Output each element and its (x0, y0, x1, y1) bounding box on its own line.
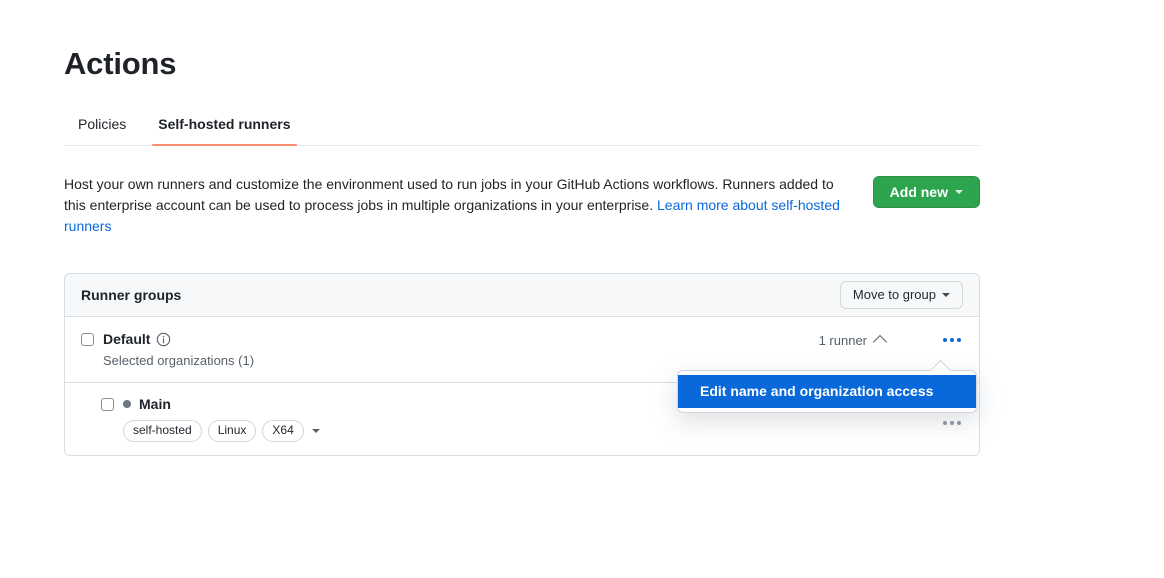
runner-count-toggle[interactable]: 1 runner (819, 333, 885, 348)
info-icon[interactable] (156, 332, 171, 347)
chevron-down-icon (942, 293, 950, 297)
runner-count-label: 1 runner (819, 333, 867, 348)
card-title: Runner groups (81, 287, 181, 303)
move-to-group-button[interactable]: Move to group (840, 281, 963, 309)
group-kebab-menu-button[interactable] (941, 334, 963, 346)
tab-list: Policies Self-hosted runners (64, 114, 980, 146)
runner-label-pill: self-hosted (123, 420, 202, 442)
group-context-menu: Edit name and organization access (677, 370, 977, 413)
runner-label-pill: Linux (208, 420, 257, 442)
move-to-group-label: Move to group (853, 287, 936, 302)
actions-settings-page: Actions Policies Self-hosted runners Hos… (0, 0, 1164, 578)
runner-kebab-menu-button[interactable] (941, 417, 963, 429)
runner-groups-card: Runner groups Move to group Default (64, 273, 980, 456)
runner-info: Main self-hosted Linux X64 (101, 395, 320, 442)
add-new-label: Add new (890, 184, 948, 200)
runner-labels: self-hosted Linux X64 (123, 420, 320, 442)
group-name: Default (103, 330, 150, 349)
page-content: Actions Policies Self-hosted runners Hos… (64, 0, 980, 456)
menu-item-edit-name-and-organization-access[interactable]: Edit name and organization access (678, 375, 976, 408)
description-row: Host your own runners and customize the … (64, 174, 980, 237)
group-subtitle: Selected organizations (1) (103, 352, 254, 370)
chevron-down-icon[interactable] (312, 429, 320, 433)
runner-name[interactable]: Main (139, 395, 171, 414)
runner-label-pill: X64 (262, 420, 303, 442)
runner-text-block: Main self-hosted Linux X64 (123, 395, 320, 442)
runner-select-checkbox[interactable] (101, 398, 114, 411)
runner-status-dot (123, 400, 131, 408)
chevron-down-icon (955, 190, 963, 194)
description-text: Host your own runners and customize the … (64, 174, 842, 237)
runner-group-actions: 1 runner (819, 330, 963, 348)
tab-policies[interactable]: Policies (64, 114, 142, 145)
tab-navigation: Policies Self-hosted runners (64, 114, 980, 146)
runner-group-info: Default Selected organizations (1) (81, 330, 254, 370)
group-title-line: Default (103, 330, 254, 349)
card-header: Runner groups Move to group (65, 274, 979, 317)
tab-self-hosted-runners[interactable]: Self-hosted runners (142, 114, 306, 145)
chevron-up-icon (873, 335, 887, 349)
runner-name-line: Main (123, 395, 320, 414)
group-text-block: Default Selected organizations (1) (103, 330, 254, 370)
page-title: Actions (64, 0, 980, 84)
add-new-button[interactable]: Add new (873, 176, 980, 208)
group-select-checkbox[interactable] (81, 333, 94, 346)
